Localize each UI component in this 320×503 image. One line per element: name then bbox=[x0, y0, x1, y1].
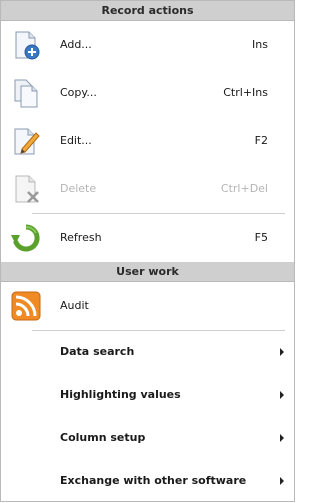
menu-item-label: Delete bbox=[60, 182, 97, 195]
menu-item-edit[interactable]: Edit... F2 bbox=[1, 117, 294, 165]
submenu-arrow-icon bbox=[280, 348, 284, 356]
submenu-label: Highlighting values bbox=[60, 388, 181, 401]
submenu-label: Exchange with other software bbox=[60, 474, 247, 487]
submenu-column-setup[interactable]: Column setup bbox=[1, 417, 294, 460]
menu-item-delete: Delete Ctrl+Del bbox=[1, 165, 294, 213]
submenu-arrow-icon bbox=[280, 477, 284, 485]
shortcut-text: F5 bbox=[254, 231, 268, 244]
submenu-label: Column setup bbox=[60, 431, 146, 444]
edit-document-icon bbox=[14, 128, 40, 155]
rss-feed-icon bbox=[11, 291, 41, 321]
menu-item-label: Edit... bbox=[60, 134, 92, 147]
submenu-exchange-with-other-software[interactable]: Exchange with other software bbox=[1, 460, 294, 503]
record-actions-header: Record actions bbox=[1, 1, 294, 21]
submenu-arrow-icon bbox=[280, 391, 284, 399]
shortcut-text: Ctrl+Ins bbox=[223, 86, 268, 99]
submenu-arrow-icon bbox=[280, 434, 284, 442]
add-document-icon bbox=[15, 31, 40, 60]
user-work-header: User work bbox=[1, 262, 294, 282]
menu-item-copy[interactable]: Copy... Ctrl+Ins bbox=[1, 69, 294, 117]
menu-item-audit[interactable]: Audit bbox=[1, 282, 294, 330]
shortcut-text: F2 bbox=[254, 134, 268, 147]
shortcut-text: Ins bbox=[252, 38, 268, 51]
submenu-highlighting-values[interactable]: Highlighting values bbox=[1, 374, 294, 417]
menu-item-label: Copy... bbox=[60, 86, 97, 99]
shortcut-text: Ctrl+Del bbox=[220, 182, 268, 195]
refresh-icon bbox=[11, 224, 40, 252]
menu-item-label: Refresh bbox=[60, 231, 102, 244]
context-menu: Record actions Add... Ins Copy... Ctrl+I… bbox=[0, 0, 295, 502]
menu-item-add[interactable]: Add... Ins bbox=[1, 21, 294, 69]
submenu-label: Data search bbox=[60, 345, 135, 358]
menu-item-refresh[interactable]: Refresh F5 bbox=[1, 214, 294, 262]
delete-document-icon bbox=[15, 175, 39, 203]
copy-document-icon bbox=[14, 79, 38, 108]
menu-item-label: Add... bbox=[60, 38, 92, 51]
submenu-data-search[interactable]: Data search bbox=[1, 331, 294, 374]
menu-item-label: Audit bbox=[60, 299, 89, 312]
